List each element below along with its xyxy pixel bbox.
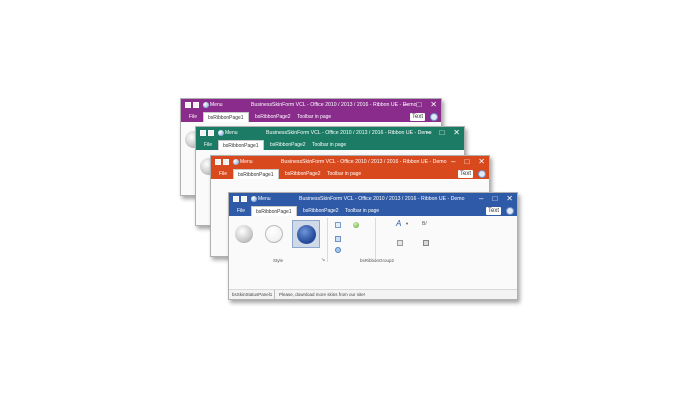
window-title: BusinessSkinForm VCL - Office 2010 / 201…	[281, 159, 447, 165]
maximize-button[interactable]: □	[439, 128, 444, 137]
group-divider	[375, 218, 376, 262]
tab-file[interactable]: File	[185, 112, 201, 122]
titlebar: Menu BusinessSkinForm VCL - Office 2010 …	[181, 99, 441, 112]
table-icon[interactable]	[397, 240, 403, 246]
ribbon-tabs: File bsRibbonPage1 bsRibbonPage2 Toolbar…	[211, 169, 489, 180]
tab-file[interactable]: File	[200, 140, 216, 150]
grid-icon[interactable]	[423, 240, 429, 246]
quick-access-toolbar: Menu	[185, 102, 223, 108]
shield-icon[interactable]	[193, 102, 199, 108]
font-color-icon[interactable]: A	[396, 219, 401, 228]
caption-buttons: – □ ✕	[479, 194, 513, 203]
minimize-button[interactable]: –	[403, 100, 407, 109]
close-button[interactable]: ✕	[430, 100, 437, 109]
tab-page2[interactable]: bsRibbonPage2	[299, 206, 343, 216]
tab-page2[interactable]: bsRibbonPage2	[266, 140, 310, 150]
quick-access-toolbar: Menu	[215, 159, 253, 165]
ribbon-tabs: File bsRibbonPage1 bsRibbonPage2 Toolbar…	[196, 140, 464, 151]
quick-access-toolbar: Menu	[233, 196, 271, 202]
text-dropdown[interactable]: Text	[457, 170, 473, 178]
text-dropdown[interactable]: Text	[409, 113, 425, 121]
help-icon[interactable]	[478, 170, 486, 178]
app-menu-button[interactable]: Menu	[218, 130, 238, 136]
save-icon[interactable]	[233, 196, 239, 202]
shield-icon[interactable]	[241, 196, 247, 202]
tab-file[interactable]: File	[215, 169, 231, 179]
window-title: BusinessSkinForm VCL - Office 2010 / 201…	[299, 196, 465, 202]
tab-toolbar-in-page[interactable]: Toolbar in page	[341, 206, 383, 216]
status-panel-2: Please, download more skins from our sit…	[274, 290, 365, 299]
text-dropdown[interactable]: Text	[485, 207, 501, 215]
globe-icon	[218, 130, 224, 136]
save-icon[interactable]	[200, 130, 206, 136]
style-group-label: Style	[273, 258, 284, 263]
window-title: BusinessSkinForm VCL - Office 2010 / 201…	[251, 102, 417, 108]
globe-icon	[203, 102, 209, 108]
close-button[interactable]: ✕	[478, 157, 485, 166]
group-divider	[327, 218, 328, 262]
ribbon-tabs: File bsRibbonPage1 bsRibbonPage2 Toolbar…	[181, 112, 441, 123]
group2-label: bsRibbonGroup2	[360, 258, 395, 263]
menu-label: Menu	[240, 159, 253, 165]
quick-access-toolbar: Menu	[200, 130, 238, 136]
tab-toolbar-in-page[interactable]: Toolbar in page	[323, 169, 365, 179]
maximize-button[interactable]: □	[416, 100, 421, 109]
menu-label: Menu	[258, 196, 271, 202]
help-icon[interactable]	[506, 207, 514, 215]
style-ball-selected-frame[interactable]	[292, 220, 320, 248]
save-icon[interactable]	[215, 159, 221, 165]
dialog-launcher-icon[interactable]: ↘	[321, 257, 325, 263]
maximize-button[interactable]: □	[464, 157, 469, 166]
format-icon[interactable]: B/	[422, 221, 427, 227]
chevron-down-icon[interactable]: ▼	[405, 221, 409, 226]
folder-icon[interactable]	[335, 236, 341, 242]
globe-icon	[233, 159, 239, 165]
menu-label: Menu	[225, 130, 238, 136]
ribbon-tabs: File bsRibbonPage1 bsRibbonPage2 Toolbar…	[229, 206, 517, 217]
close-button[interactable]: ✕	[506, 194, 513, 203]
minimize-button[interactable]: –	[479, 194, 483, 203]
window-title: BusinessSkinForm VCL - Office 2010 / 201…	[266, 130, 432, 136]
maximize-button[interactable]: □	[492, 194, 497, 203]
tab-page2[interactable]: bsRibbonPage2	[251, 112, 295, 122]
titlebar: Menu BusinessSkinForm VCL - Office 2010 …	[229, 193, 517, 206]
help-icon[interactable]	[430, 113, 438, 121]
status-panel-1: bsSkinStatusPanel1	[232, 292, 273, 297]
app-menu-button[interactable]: Menu	[233, 159, 253, 165]
ribbon-body: Style ↘ A ▼ B/ bsRibbonGroup2	[229, 216, 517, 290]
tab-file[interactable]: File	[233, 206, 249, 216]
shield-icon[interactable]	[223, 159, 229, 165]
titlebar: Menu BusinessSkinForm VCL - Office 2010 …	[211, 156, 489, 169]
tab-toolbar-in-page[interactable]: Toolbar in page	[308, 140, 350, 150]
green-gem-icon[interactable]	[353, 222, 359, 228]
app-menu-button[interactable]: Menu	[203, 102, 223, 108]
caption-buttons: – □ ✕	[426, 128, 460, 137]
save-icon[interactable]	[185, 102, 191, 108]
titlebar: Menu BusinessSkinForm VCL - Office 2010 …	[196, 127, 464, 140]
minimize-button[interactable]: –	[451, 157, 455, 166]
app-menu-button[interactable]: Menu	[251, 196, 271, 202]
refresh-icon[interactable]	[335, 247, 341, 253]
close-button[interactable]: ✕	[453, 128, 460, 137]
caption-buttons: – □ ✕	[403, 100, 437, 109]
menu-label: Menu	[210, 102, 223, 108]
document-icon[interactable]	[335, 222, 341, 228]
caption-buttons: – □ ✕	[451, 157, 485, 166]
minimize-button[interactable]: –	[426, 128, 430, 137]
shield-icon[interactable]	[208, 130, 214, 136]
style-ball-white[interactable]	[265, 225, 283, 243]
style-ball-blue	[297, 225, 316, 244]
window-blue: Menu BusinessSkinForm VCL - Office 2010 …	[228, 192, 518, 300]
globe-icon	[251, 196, 257, 202]
style-ball-silver[interactable]	[235, 225, 253, 243]
tab-page2[interactable]: bsRibbonPage2	[281, 169, 325, 179]
tab-toolbar-in-page[interactable]: Toolbar in page	[293, 112, 335, 122]
status-bar: bsSkinStatusPanel1 Please, download more…	[229, 289, 517, 299]
